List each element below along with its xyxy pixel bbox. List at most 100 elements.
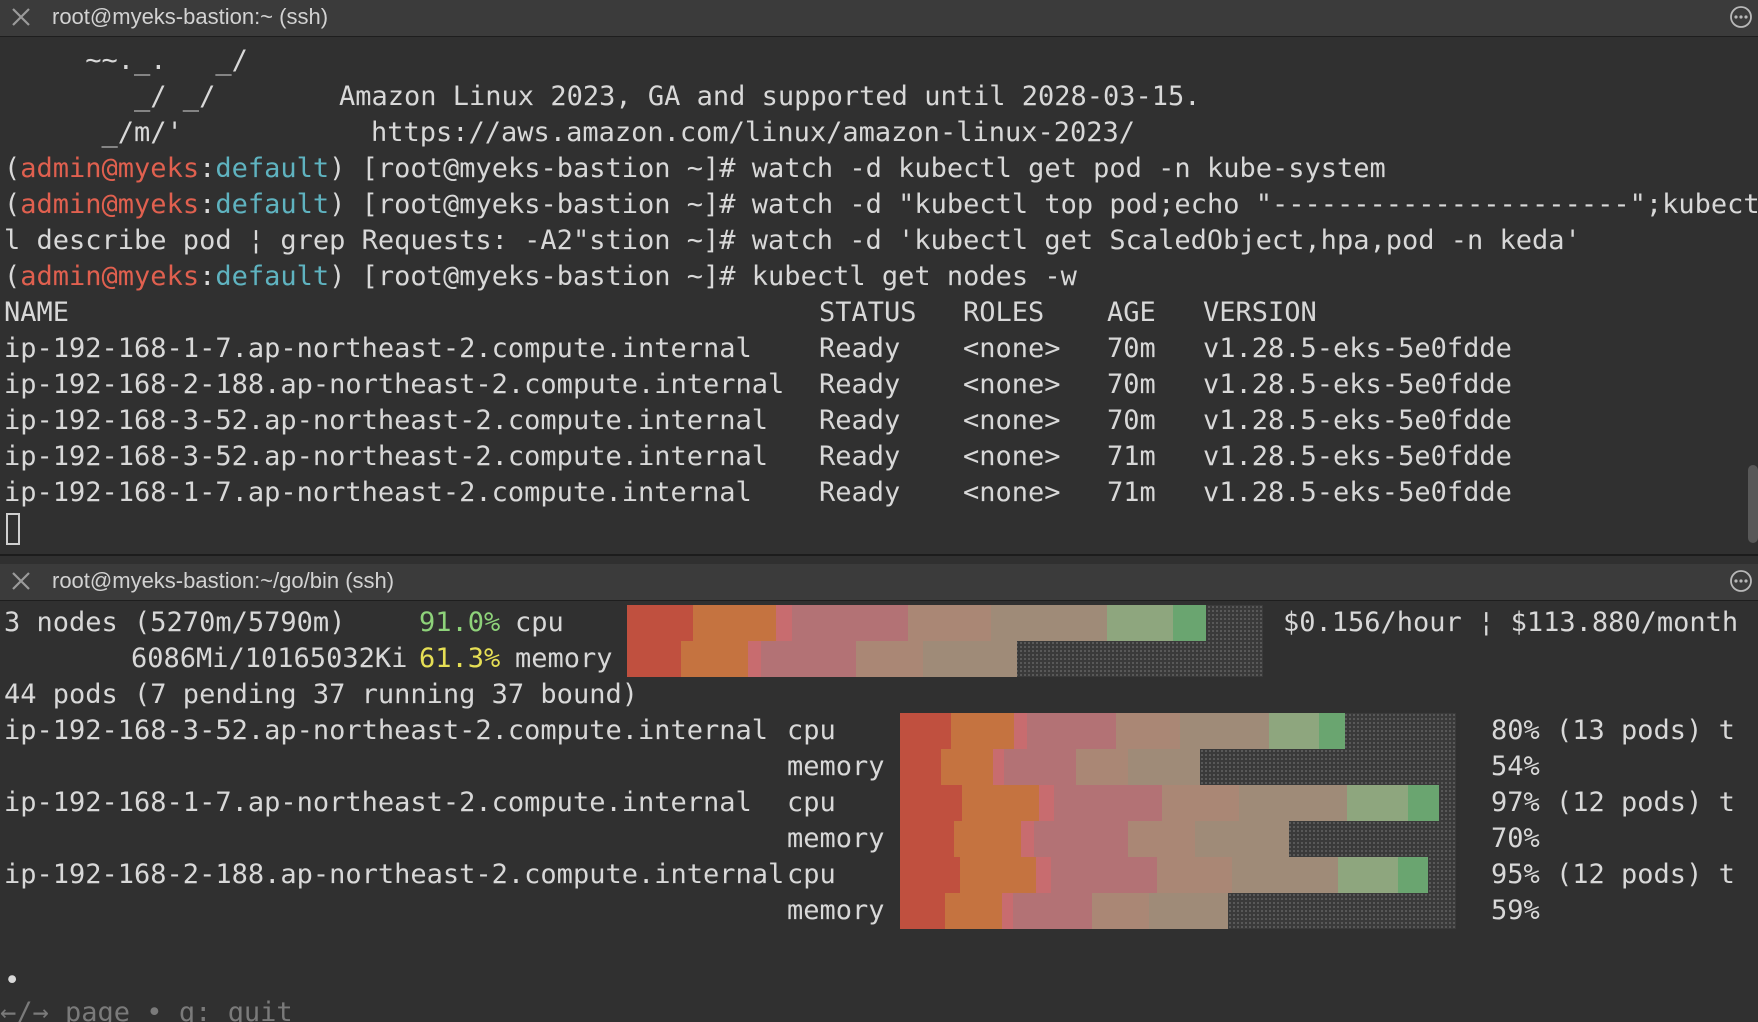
usage-bar-segment xyxy=(1014,713,1028,749)
usage-bar-segment xyxy=(1116,713,1180,749)
usage-bar-segment xyxy=(680,641,748,677)
usage-bar-segment xyxy=(1238,785,1347,821)
usage-bar-segment xyxy=(792,605,909,641)
node-usage-cpu-label: cpu xyxy=(787,787,836,818)
footer-dot: • xyxy=(4,965,21,996)
table-row-0-row-age: 70m xyxy=(1107,333,1156,364)
usage-bar-segment xyxy=(1038,785,1055,821)
node-mem-bar xyxy=(900,821,1290,857)
node-usage-name: ip-192-168-3-52.ap-northeast-2.compute.i… xyxy=(4,715,769,746)
usage-bar-segment xyxy=(1319,713,1345,749)
table-row-0-row-status: Ready xyxy=(819,333,901,364)
summary-cost: $0.156/hour ¦ $113.880/month xyxy=(1283,607,1739,638)
usage-bar-segment xyxy=(1268,713,1320,749)
bottom-tab-title[interactable]: root@myeks-bastion:~/go/bin (ssh) xyxy=(52,568,394,594)
usage-bar-segment xyxy=(990,605,1107,641)
node-cpu-bar xyxy=(900,785,1440,821)
table-row-1-row-version: v1.28.5-eks-5e0fdde xyxy=(1203,369,1512,400)
terminal-cursor xyxy=(6,513,20,545)
usage-bar-segment xyxy=(1231,857,1338,893)
node-usage-cpu-value: 95% (12 pods) t xyxy=(1491,859,1735,890)
table-row-1-row-name: ip-192-168-2-188.ap-northeast-2.compute.… xyxy=(4,369,785,400)
node-usage-mem-label: memory xyxy=(787,895,885,926)
summary-cpu-pct: 91.0% xyxy=(419,607,501,638)
usage-bar-segment xyxy=(1027,713,1117,749)
pane-divider[interactable] xyxy=(0,554,1758,556)
table-row-2-row-status: Ready xyxy=(819,405,901,436)
usage-bar-segment xyxy=(775,605,793,641)
node-usage-mem-value: 70% xyxy=(1491,823,1540,854)
usage-bar-segment xyxy=(1054,785,1162,821)
usage-bar-segment xyxy=(900,821,954,857)
table-row-4-row-age: 71m xyxy=(1107,477,1156,508)
banner-art-line-2: _/ _/ xyxy=(4,81,216,112)
top-tab-title[interactable]: root@myeks-bastion:~ (ssh) xyxy=(52,4,328,30)
table-row-0-row-roles: <none> xyxy=(963,333,1061,364)
more-icon[interactable] xyxy=(1728,4,1754,30)
usage-bar-segment xyxy=(761,641,856,677)
usage-bar-segment xyxy=(900,785,962,821)
table-row-2-row-version: v1.28.5-eks-5e0fdde xyxy=(1203,405,1512,436)
usage-bar-segment xyxy=(1127,749,1201,785)
usage-bar-segment xyxy=(1346,785,1409,821)
table-row-4-row-status: Ready xyxy=(819,477,901,508)
summary-cpu-label: cpu xyxy=(515,607,564,638)
node-usage-name: ip-192-168-2-188.ap-northeast-2.compute.… xyxy=(4,859,785,890)
table-header-status: STATUS xyxy=(819,297,917,328)
command-line-1: (admin@myeks:default) [root@myeks-bastio… xyxy=(4,153,1386,184)
usage-bar-segment xyxy=(993,749,1004,785)
table-header-age: AGE xyxy=(1107,297,1156,328)
table-row-3-row-status: Ready xyxy=(819,441,901,472)
usage-bar-segment xyxy=(1397,857,1429,893)
summary-mem-pct: 61.3% xyxy=(419,643,501,674)
usage-bar-segment xyxy=(1003,749,1076,785)
table-row-0-row-name: ip-192-168-1-7.ap-northeast-2.compute.in… xyxy=(4,333,752,364)
table-row-4-row-roles: <none> xyxy=(963,477,1061,508)
more-icon[interactable] xyxy=(1728,568,1754,594)
banner-art-line-3: _/m/' xyxy=(4,117,183,148)
summary-mem-label: memory xyxy=(515,643,613,674)
close-icon[interactable] xyxy=(8,568,34,594)
usage-bar-segment xyxy=(900,713,951,749)
command-line-2-wrap: l describe pod ¦ grep Requests: -A2"stio… xyxy=(4,225,1581,256)
scrollbar-thumb[interactable] xyxy=(1748,465,1758,543)
usage-bar-segment xyxy=(1013,893,1093,929)
usage-bar-segment xyxy=(1148,893,1228,929)
table-header-roles: ROLES xyxy=(963,297,1045,328)
bottom-terminal-pane[interactable]: 3 nodes (5270m/5790m) 91.0% cpu 6086Mi/1… xyxy=(0,601,1758,1022)
usage-bar-segment xyxy=(1128,821,1196,857)
table-row-2-row-name: ip-192-168-3-52.ap-northeast-2.compute.i… xyxy=(4,405,769,436)
node-usage-mem-label: memory xyxy=(787,751,885,782)
table-header-version: VERSION xyxy=(1203,297,1317,328)
usage-bar-segment xyxy=(1020,821,1035,857)
usage-bar-segment xyxy=(900,893,946,929)
usage-bar-segment xyxy=(922,641,1017,677)
node-cpu-bar xyxy=(900,713,1345,749)
command-line-3: (admin@myeks:default) [root@myeks-bastio… xyxy=(4,261,1077,292)
usage-bar-segment xyxy=(1092,893,1149,929)
node-usage-name: ip-192-168-1-7.ap-northeast-2.compute.in… xyxy=(4,787,752,818)
summary-nodes-text: 3 nodes (5270m/5790m) xyxy=(4,607,346,638)
usage-bar-segment xyxy=(950,713,1015,749)
prompt-user: admin@myeks xyxy=(20,153,200,184)
usage-bar-segment xyxy=(1179,713,1269,749)
usage-bar-segment xyxy=(1034,821,1129,857)
usage-bar-segment xyxy=(627,605,694,641)
usage-bar-segment xyxy=(900,749,942,785)
usage-bar-segment xyxy=(1156,857,1232,893)
usage-bar-segment xyxy=(1106,605,1173,641)
table-row-2-row-roles: <none> xyxy=(963,405,1061,436)
cluster-mem-bar xyxy=(627,641,1017,677)
node-mem-bar xyxy=(900,749,1201,785)
top-terminal-pane[interactable]: ~~._. _/ _/ _/ Amazon Linux 2023, GA and… xyxy=(0,37,1758,554)
table-header-name: NAME xyxy=(4,297,70,328)
usage-bar-segment xyxy=(908,605,991,641)
usage-bar-segment xyxy=(1161,785,1239,821)
banner-art-line-1: ~~._. _/ xyxy=(4,45,248,76)
close-icon[interactable] xyxy=(8,4,34,30)
usage-bar-segment xyxy=(945,893,1002,929)
table-row-0-row-version: v1.28.5-eks-5e0fdde xyxy=(1203,333,1512,364)
usage-bar-segment xyxy=(1337,857,1398,893)
table-row-3-row-name: ip-192-168-3-52.ap-northeast-2.compute.i… xyxy=(4,441,769,472)
table-row-3-row-roles: <none> xyxy=(963,441,1061,472)
